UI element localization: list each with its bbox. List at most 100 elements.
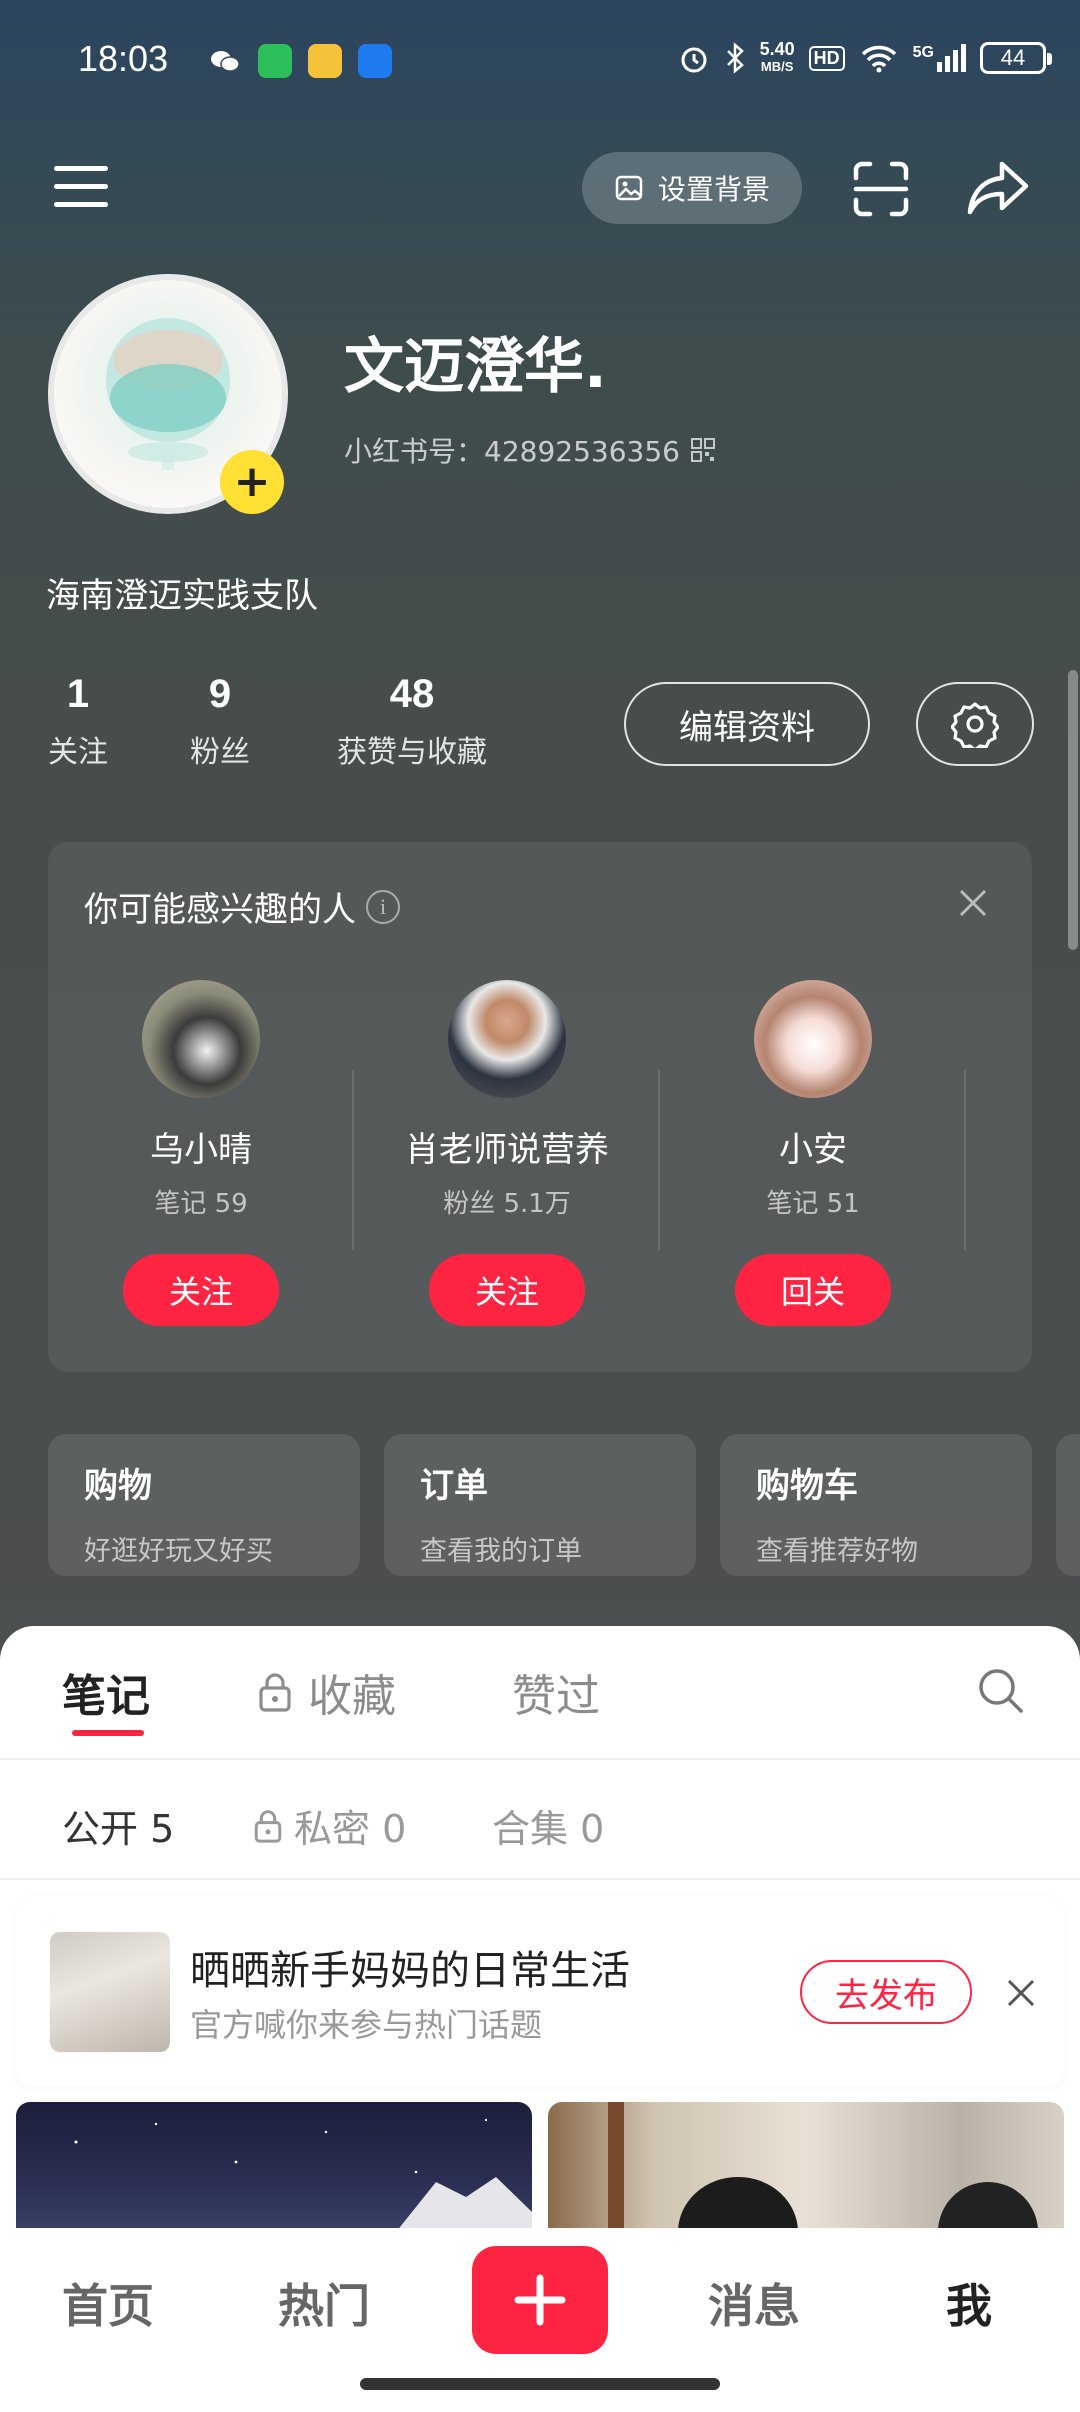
user-name: 肖老师说营养	[405, 1130, 609, 1170]
close-icon[interactable]	[1006, 1978, 1036, 2008]
lock-icon	[254, 1809, 282, 1843]
qr-code-icon[interactable]	[690, 437, 716, 463]
user-stat: 笔记 59	[154, 1189, 248, 1219]
follow-button[interactable]: 关注	[429, 1254, 585, 1326]
subtab-label: 私密 0	[294, 1807, 407, 1851]
nav-home[interactable]: 首页	[62, 2270, 154, 2336]
shortcut-subtitle: 查看我的订单	[420, 1536, 582, 1567]
notification-icons	[208, 44, 392, 78]
suggested-user-card[interactable]: 小安 笔记 51 回关	[660, 980, 966, 1326]
battery-indicator: 44	[980, 42, 1052, 74]
set-background-button[interactable]: 设置背景	[582, 152, 802, 224]
stat-number: 48	[389, 672, 435, 716]
status-right: 5.40 MB/S HD 5G 44	[678, 40, 1052, 76]
note-cover-image	[74, 2118, 532, 2232]
profile-header-background	[0, 0, 1080, 1680]
home-indicator[interactable]	[360, 2378, 720, 2390]
suggested-users-title: 你可能感兴趣的人 i	[84, 882, 400, 931]
image-icon	[615, 175, 643, 201]
lock-icon	[259, 1673, 291, 1712]
stat-label: 关注	[48, 735, 108, 770]
nav-hot[interactable]: 热门	[278, 2270, 370, 2336]
close-icon[interactable]	[958, 888, 988, 918]
suggested-user-card[interactable]: 肖老师说营养 粉丝 5.1万 关注	[354, 980, 660, 1326]
user-name: 乌小晴	[150, 1130, 252, 1170]
stat-likes-collects[interactable]: 48 获赞与收藏	[322, 672, 502, 771]
suggested-users-heading: 你可能感兴趣的人	[84, 890, 356, 930]
share-icon[interactable]	[966, 158, 1030, 218]
plus-icon	[514, 2274, 566, 2326]
stat-following[interactable]: 1 关注	[38, 672, 118, 771]
shortcut-subtitle: 查看推荐好物	[756, 1536, 918, 1567]
create-post-button[interactable]	[472, 2246, 608, 2354]
shortcut-shopping[interactable]: 购物 好逛好玩又好买	[48, 1434, 360, 1576]
bluetooth-icon	[726, 42, 744, 74]
security-app-icon	[358, 44, 392, 78]
shortcut-orders[interactable]: 订单 查看我的订单	[384, 1434, 696, 1576]
nav-messages[interactable]: 消息	[708, 2270, 800, 2336]
user-avatar	[754, 980, 872, 1098]
alarm-icon	[681, 47, 707, 73]
tab-collections[interactable]: 收藏	[256, 1660, 396, 1724]
stat-followers[interactable]: 9 粉丝	[180, 672, 260, 771]
note-card[interactable]	[548, 2102, 1064, 2232]
search-icon[interactable]	[976, 1666, 1024, 1714]
user-avatar	[142, 980, 260, 1098]
user-name: 小安	[779, 1130, 847, 1170]
scroll-indicator[interactable]	[1068, 670, 1078, 950]
shortcut-more[interactable]	[1056, 1434, 1080, 1576]
gear-icon	[951, 702, 999, 748]
shortcut-title: 订单	[420, 1466, 488, 1506]
topic-title: 晒晒新手妈妈的日常生活	[190, 1948, 630, 1994]
stat-label: 粉丝	[190, 735, 250, 770]
suggested-users-card: 你可能感兴趣的人 i 乌小晴 笔记 59 关注 肖老师说营养 粉丝 5.1万 关…	[48, 842, 1032, 1372]
stat-number: 1	[66, 672, 90, 716]
wechat-icon	[211, 51, 240, 72]
subtab-private[interactable]: 私密 0	[252, 1798, 406, 1853]
redbook-id: 小红书号：42892536356	[344, 430, 716, 470]
wifi-icon	[861, 45, 896, 73]
note-cover-image	[608, 2102, 1038, 2232]
stat-number: 9	[208, 672, 232, 716]
bio: 海南澄迈实践支队	[46, 576, 318, 616]
subtab-public[interactable]: 公开 5	[62, 1798, 174, 1853]
tab-liked[interactable]: 赞过	[512, 1660, 600, 1724]
follow-back-button[interactable]: 回关	[735, 1254, 891, 1326]
messages-app-icon	[258, 44, 292, 78]
user-avatar	[448, 980, 566, 1098]
topic-subtitle: 官方喊你来参与热门话题	[190, 2006, 543, 2044]
publish-button[interactable]: 去发布	[800, 1960, 972, 2024]
tab-notes[interactable]: 笔记	[62, 1660, 150, 1724]
nav-me[interactable]: 我	[946, 2270, 992, 2336]
subtab-collections[interactable]: 合集 0	[492, 1798, 604, 1853]
note-card[interactable]	[16, 2102, 532, 2232]
info-icon[interactable]: i	[366, 889, 400, 924]
shortcut-title: 购物车	[756, 1466, 858, 1506]
tab-label: 收藏	[308, 1671, 396, 1722]
status-time: 18:03	[78, 38, 169, 79]
settings-button[interactable]	[916, 682, 1034, 766]
divider	[0, 1758, 1080, 1760]
edit-profile-button[interactable]: 编辑资料	[624, 682, 870, 766]
shortcut-cart[interactable]: 购物车 查看推荐好物	[720, 1434, 1032, 1576]
redbook-id-label: 小红书号：42892536356	[344, 435, 680, 468]
hd-badge: HD	[808, 45, 845, 71]
suggested-user-card[interactable]: 乌小晴 笔记 59 关注	[48, 980, 354, 1326]
set-background-label: 设置背景	[657, 173, 770, 206]
user-stat: 笔记 51	[766, 1189, 860, 1219]
divider	[0, 1878, 1080, 1880]
topic-thumbnail	[50, 1932, 170, 2052]
stat-label: 获赞与收藏	[337, 735, 487, 770]
notes-app-icon	[308, 44, 342, 78]
divider	[964, 1070, 966, 1250]
menu-icon[interactable]	[54, 166, 108, 208]
add-avatar-button[interactable]: +	[220, 450, 284, 514]
shortcut-title: 购物	[84, 1466, 152, 1506]
topic-banner[interactable]: 晒晒新手妈妈的日常生活 官方喊你来参与热门话题 去发布	[16, 1896, 1064, 2086]
scan-icon[interactable]	[852, 160, 910, 218]
shortcut-subtitle: 好逛好玩又好买	[84, 1536, 273, 1567]
nickname: 文迈澄华.	[344, 332, 607, 402]
user-stat: 粉丝 5.1万	[443, 1189, 571, 1219]
active-tab-underline	[72, 1730, 144, 1736]
follow-button[interactable]: 关注	[123, 1254, 279, 1326]
